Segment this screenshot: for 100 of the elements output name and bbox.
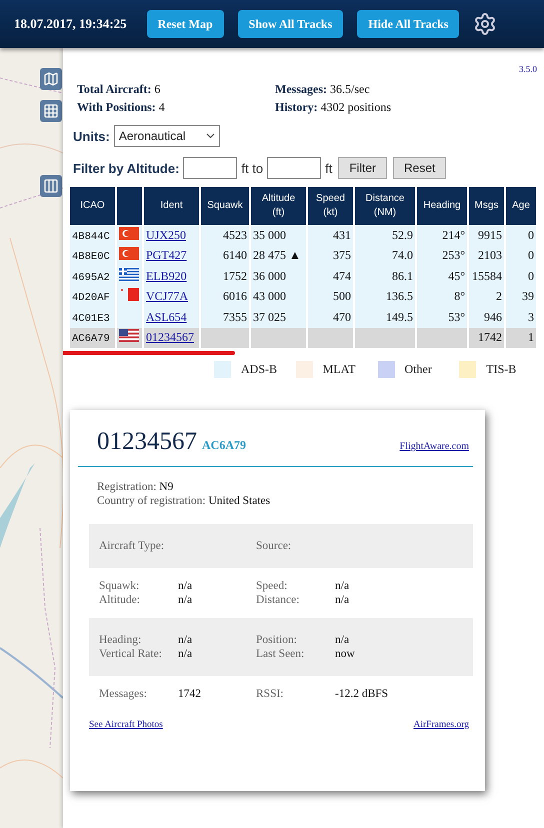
field-label: Vertical Rate:	[99, 648, 163, 660]
settings-icon[interactable]	[473, 12, 498, 36]
table-cell	[251, 328, 306, 348]
table-cell: 474	[308, 266, 353, 286]
table-cell: 2	[469, 286, 504, 307]
table-cell: 4D20AF	[70, 286, 115, 307]
ident-link[interactable]: ASL654	[146, 310, 187, 324]
columns-icon[interactable]	[40, 175, 62, 197]
column-header[interactable]: Altitude (ft)	[251, 187, 306, 225]
filter-button[interactable]: Filter	[338, 157, 387, 179]
field-value: n/a	[335, 634, 350, 646]
field-value: 1742	[178, 688, 202, 700]
field-label: Speed:	[256, 580, 288, 592]
column-header[interactable]: Age	[506, 187, 536, 225]
field-label: Messages:	[99, 688, 148, 700]
card-link[interactable]: AirFrames.org	[414, 720, 469, 730]
column-header[interactable]: Distance (NM)	[355, 187, 415, 225]
flag-icon	[119, 288, 139, 302]
column-header[interactable]: Speed (kt)	[308, 187, 353, 225]
table-cell: 4523	[201, 225, 249, 246]
grid-icon[interactable]	[40, 100, 62, 122]
field-value: n/a	[178, 594, 194, 606]
table-cell: 470	[308, 307, 353, 328]
legend-label: Other	[404, 362, 432, 377]
table-cell: 28 475 ▲	[251, 246, 306, 266]
field-value: n/a	[178, 648, 194, 660]
legend-label: ADS-B	[241, 362, 278, 377]
table-cell: 86.1	[355, 266, 415, 286]
legend-label: MLAT	[322, 362, 356, 377]
field-value: n/a	[178, 580, 194, 592]
caret-icon	[206, 133, 215, 139]
table-cell: 0	[506, 266, 536, 286]
table-cell: 149.5	[355, 307, 415, 328]
table-cell: 37 025	[251, 307, 306, 328]
table-cell: 45°	[417, 266, 467, 286]
units-select[interactable]: Aeronautical	[114, 125, 220, 147]
table-cell: 946	[469, 307, 504, 328]
table-cell	[355, 328, 415, 348]
table-cell: 253°	[417, 246, 467, 266]
flag-icon	[119, 329, 139, 342]
table-cell: 6140	[201, 246, 249, 266]
input-field[interactable]	[267, 157, 322, 179]
table-cell: 7355	[201, 307, 249, 328]
input-field[interactable]	[183, 157, 238, 179]
table-cell: 43 000	[251, 286, 306, 307]
field-value: -12.2 dBFS	[335, 688, 390, 700]
column-header[interactable]: Ident	[144, 187, 199, 225]
table-cell: 3	[506, 307, 536, 328]
flag-icon	[119, 268, 139, 281]
field-label: Distance:	[256, 594, 300, 606]
card-link[interactable]: See Aircraft Photos	[89, 720, 163, 730]
ident-link[interactable]: 01234567	[146, 330, 194, 344]
map-icon[interactable]	[40, 68, 62, 90]
table-cell: 431	[308, 225, 353, 246]
table-cell: 35 000	[251, 225, 306, 246]
units-label: Units:	[73, 128, 110, 144]
ident-link[interactable]: PGT427	[146, 248, 187, 262]
table-cell	[417, 328, 467, 348]
table-cell	[201, 328, 249, 348]
table-cell: 500	[308, 286, 353, 307]
info-text: Country of registration: United States	[97, 495, 272, 507]
flightaware-link[interactable]: FlightAware.com	[400, 441, 469, 452]
stat-text: Messages: 36.5/sec	[275, 82, 371, 97]
info-text: Registration: N9	[97, 481, 174, 493]
field-value: n/a	[178, 634, 194, 646]
clock-text: 18.07.2017, 19:34:25	[14, 16, 127, 32]
ident-link[interactable]: VCJ77A	[146, 289, 188, 304]
table-cell: 4B8E0C	[70, 246, 115, 266]
column-header[interactable]: Msgs	[469, 187, 504, 225]
field-label: Position:	[256, 634, 298, 646]
field-value: n/a	[335, 580, 350, 592]
table-cell: 8°	[417, 286, 467, 307]
filter-button[interactable]: Reset	[393, 157, 446, 179]
table-cell: 9915	[469, 225, 504, 246]
ident-link[interactable]: UJX250	[146, 228, 186, 242]
stat-text: Total Aircraft: 6	[77, 82, 162, 97]
table-cell: 74.0	[355, 246, 415, 266]
field-label: Squawk:	[99, 580, 140, 592]
column-header[interactable]: Squawk	[201, 187, 249, 225]
table-cell: 15584	[469, 266, 504, 286]
field-label: Heading:	[99, 634, 142, 646]
stat-text: History: 4302 positions	[275, 100, 392, 115]
field-label: RSSI:	[256, 688, 284, 700]
table-cell: 52.9	[355, 225, 415, 246]
version-text: 3.5.0	[519, 64, 537, 74]
table-cell: 1742	[469, 328, 504, 348]
field-value: now	[335, 648, 356, 660]
table-cell: 0	[506, 225, 536, 246]
column-header[interactable]: ICAO	[70, 187, 115, 225]
table-cell: 1	[506, 328, 536, 348]
field-value: n/a	[335, 594, 350, 606]
table-cell: 375	[308, 246, 353, 266]
field-label: Last Seen:	[256, 648, 306, 660]
legend-label: TIS-B	[486, 362, 516, 377]
icao-text: AC6A79	[202, 438, 247, 453]
table-cell: 4695A2	[70, 266, 115, 286]
ident-link[interactable]: ELB920	[146, 268, 187, 283]
column-header[interactable]: Heading	[417, 187, 467, 225]
table-cell: 4B844C	[70, 225, 115, 246]
table-cell: 0	[506, 246, 536, 266]
